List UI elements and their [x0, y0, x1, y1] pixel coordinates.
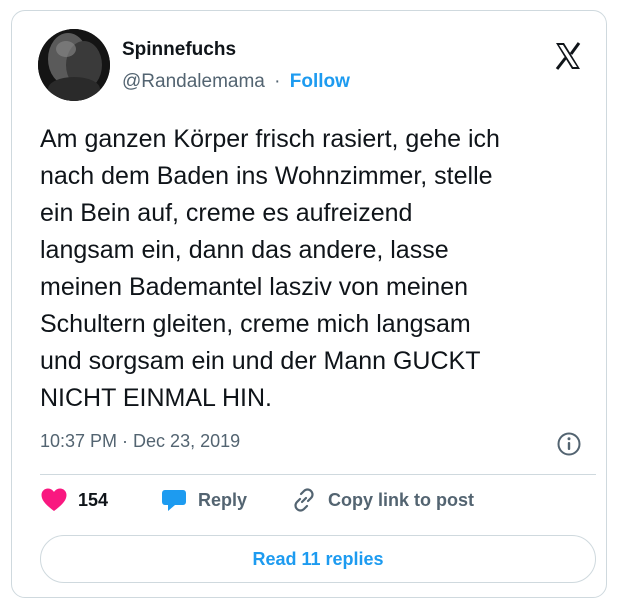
read-replies-button[interactable]: Read 11 replies	[40, 535, 596, 583]
heart-icon	[41, 488, 67, 511]
reply-label: Reply	[198, 489, 248, 510]
divider	[40, 474, 596, 475]
reply-action[interactable]: Reply	[160, 485, 247, 515]
copy-link-action[interactable]: Copy link to post	[290, 485, 474, 515]
x-logo-icon[interactable]	[553, 41, 583, 71]
tweet-card: Spinnefuchs @Randalemama · Follow Am gan…	[11, 10, 607, 598]
like-action[interactable]: 154	[40, 485, 108, 515]
separator-dot: ·	[274, 71, 281, 92]
tweet-timestamp[interactable]: 10:37 PM · Dec 23, 2019	[40, 431, 240, 452]
speech-bubble-icon	[162, 490, 186, 511]
author-display-name[interactable]: Spinnefuchs	[122, 39, 236, 61]
author-handle-row: @Randalemama · Follow	[122, 71, 350, 93]
avatar[interactable]	[38, 29, 110, 101]
follow-button[interactable]: Follow	[290, 71, 350, 92]
tweet-text: Am ganzen Körper frisch rasiert, gehe ic…	[40, 125, 500, 412]
link-icon	[294, 488, 314, 512]
like-count: 154	[78, 489, 109, 510]
author-handle[interactable]: @Randalemama	[122, 71, 265, 92]
copy-link-label: Copy link to post	[328, 489, 474, 510]
info-icon[interactable]	[556, 431, 582, 457]
